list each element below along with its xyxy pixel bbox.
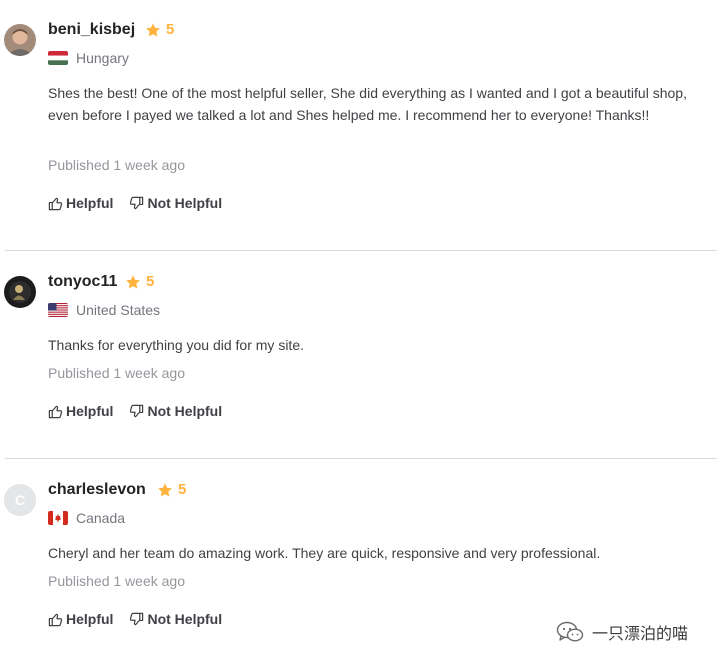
review-actions: Helpful Not Helpful — [48, 611, 222, 627]
review-text: Cheryl and her team do amazing work. The… — [48, 545, 601, 561]
not-helpful-button[interactable]: Not Helpful — [129, 403, 222, 419]
avatar-initial: C — [14, 492, 26, 508]
rating: 5 — [157, 481, 186, 498]
published-date: Published 1 week ago — [48, 365, 185, 381]
helpful-label: Helpful — [66, 403, 114, 419]
not-helpful-label: Not Helpful — [147, 195, 223, 211]
thumbs-down-icon — [130, 196, 144, 209]
country-name: Canada — [76, 510, 126, 526]
star-icon — [126, 274, 140, 288]
rating-value: 5 — [146, 273, 155, 290]
avatar[interactable]: C — [4, 484, 36, 516]
thumbs-down-icon — [130, 612, 144, 625]
helpful-button[interactable]: Helpful — [48, 195, 113, 211]
country-name: Hungary — [76, 50, 129, 66]
star-icon — [146, 22, 160, 36]
country: Hungary — [48, 50, 129, 66]
thumbs-down-icon — [130, 404, 144, 417]
username[interactable]: charleslevon — [48, 481, 146, 499]
thumbs-up-icon — [48, 405, 63, 418]
thumbs-up-icon — [48, 197, 63, 210]
thumbs-up-icon — [48, 613, 63, 626]
rating: 5 — [125, 273, 154, 290]
username[interactable]: tonyoc11 — [48, 273, 117, 291]
country: Canada — [48, 510, 125, 526]
country: United States — [48, 302, 160, 318]
wechat-icon — [556, 621, 584, 642]
published-date: Published 1 week ago — [48, 157, 185, 173]
review-actions: Helpful Not Helpful — [48, 403, 222, 419]
avatar[interactable] — [4, 276, 36, 308]
review-actions: Helpful Not Helpful — [48, 195, 222, 211]
rating: 5 — [145, 21, 174, 38]
helpful-label: Helpful — [66, 611, 114, 627]
divider — [5, 458, 717, 459]
not-helpful-label: Not Helpful — [147, 403, 223, 419]
not-helpful-button[interactable]: Not Helpful — [129, 611, 222, 627]
hungary-flag-icon — [48, 51, 68, 65]
username[interactable]: beni_kisbej — [48, 21, 135, 39]
review-text: Thanks for everything you did for my sit… — [48, 337, 304, 353]
watermark: 一只漂泊的喵 — [556, 620, 688, 644]
avatar[interactable] — [4, 24, 36, 56]
rating-value: 5 — [166, 21, 175, 38]
not-helpful-button[interactable]: Not Helpful — [129, 195, 222, 211]
divider — [5, 250, 717, 251]
helpful-button[interactable]: Helpful — [48, 611, 113, 627]
review-text: Shes the best! One of the most helpful s… — [48, 85, 687, 123]
not-helpful-label: Not Helpful — [147, 611, 223, 627]
helpful-button[interactable]: Helpful — [48, 403, 113, 419]
watermark-text: 一只漂泊的喵 — [592, 626, 689, 643]
star-icon — [158, 482, 172, 496]
published-date: Published 1 week ago — [48, 573, 185, 589]
canada-flag-icon — [48, 511, 68, 525]
rating-value: 5 — [178, 481, 187, 498]
united-states-flag-icon — [48, 303, 68, 317]
helpful-label: Helpful — [66, 195, 114, 211]
country-name: United States — [76, 302, 161, 318]
